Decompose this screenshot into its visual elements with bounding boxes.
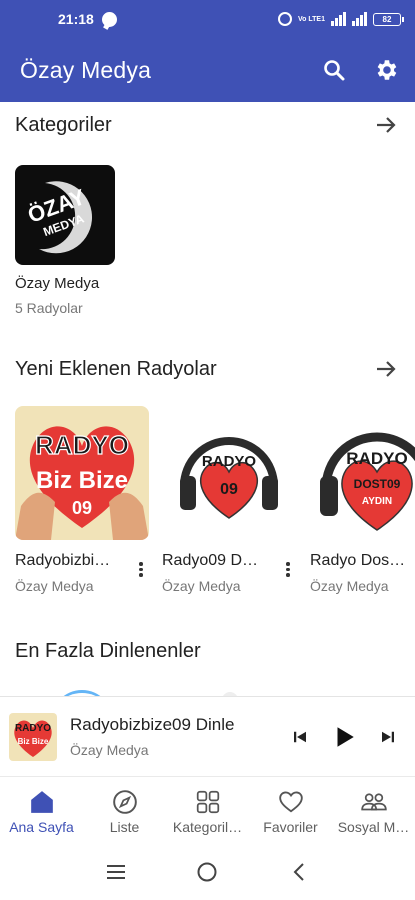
- status-indicators: Vo LTE1 82: [278, 12, 404, 26]
- category-card[interactable]: ÖZAY MEDYA Özay Medya 5 Radyolar: [15, 165, 115, 316]
- ozay-medya-logo: ÖZAY MEDYA: [15, 165, 115, 265]
- back-button[interactable]: [279, 852, 319, 892]
- new-radios-list: RADYO Biz Bize 09 Radyobizbi… Özay Medya: [0, 406, 415, 606]
- categories-see-all-button[interactable]: [373, 112, 399, 138]
- alarm-icon: [278, 12, 293, 26]
- home-system-button[interactable]: [187, 852, 227, 892]
- radio-subtitle: Özay Medya: [310, 578, 389, 594]
- logo-top-text: RADYO: [202, 453, 257, 470]
- battery-level: 82: [382, 14, 392, 24]
- player-logo-mid: Biz Bize: [18, 737, 49, 746]
- system-navigation-bar: [0, 844, 415, 900]
- more-options-button[interactable]: [280, 552, 296, 577]
- arrow-right-icon: [377, 361, 396, 377]
- nav-label-list: Liste: [109, 819, 140, 835]
- nav-item-list[interactable]: Liste: [83, 777, 166, 844]
- logo-mid-text: DOST09: [354, 477, 401, 491]
- logo-top-text: RADYO: [35, 430, 129, 460]
- player-subtitle: Özay Medya: [70, 742, 149, 758]
- recent-apps-button[interactable]: [96, 852, 136, 892]
- player-thumbnail: RADYO Biz Bize: [9, 712, 57, 761]
- nav-item-favorites[interactable]: Favoriler: [249, 777, 332, 844]
- logo-mid-text: 09: [220, 481, 238, 498]
- nav-item-home[interactable]: Ana Sayfa: [0, 777, 83, 844]
- next-button[interactable]: [375, 724, 401, 750]
- previous-button[interactable]: [287, 724, 313, 750]
- nav-label-categories: Kategoril…: [172, 819, 243, 835]
- skip-previous-icon: [294, 731, 306, 742]
- menu-lines-icon: [106, 865, 125, 879]
- app-title: Özay Medya: [20, 56, 152, 83]
- search-button[interactable]: [321, 57, 347, 83]
- signal-icon: [331, 12, 346, 26]
- nav-label-home: Ana Sayfa: [9, 819, 74, 835]
- player-title: Radyobizbize09 Dinle: [70, 715, 235, 734]
- signal-icon-2: [352, 12, 367, 26]
- radio-subtitle: Özay Medya: [162, 578, 241, 594]
- network-label: Vo LTE1: [298, 15, 325, 23]
- status-bar: 21:18 Vo LTE1 82: [0, 0, 415, 38]
- logo-bottom-text: 09: [72, 498, 92, 518]
- logo-bottom-text: AYDIN: [362, 496, 392, 507]
- radio-card[interactable]: RADYO Biz Bize 09 Radyobizbi… Özay Medya: [15, 406, 149, 594]
- play-icon: [337, 726, 354, 747]
- arrow-right-icon: [377, 117, 396, 133]
- logo-mid-text: Biz Bize: [36, 467, 128, 494]
- loading-indicator: [50, 686, 114, 696]
- radyo-dost09-logo: RADYO DOST09 AYDIN: [310, 406, 415, 540]
- radio-title: Radyo09 D…: [162, 552, 259, 569]
- new-radios-header: Yeni Eklenen Radyolar: [0, 346, 415, 392]
- mini-player[interactable]: RADYO Biz Bize Radyobizbize09 Dinle Özay…: [0, 696, 415, 776]
- skip-next-icon: [382, 731, 394, 742]
- radio-title: Radyo Dos…: [310, 552, 406, 569]
- grid-icon: [196, 790, 219, 814]
- bottom-navigation: Ana Sayfa Liste Kategoril… Favoriler Sos…: [0, 776, 415, 844]
- people-icon: [360, 793, 387, 811]
- nav-item-social[interactable]: Sosyal M…: [332, 777, 415, 844]
- section-title-new-radios: Yeni Eklenen Radyolar: [15, 357, 217, 380]
- more-options-button[interactable]: [133, 552, 149, 577]
- radio-card[interactable]: RADYO 09 Radyo09 D… Özay Medya: [162, 406, 296, 594]
- section-title-categories: Kategoriler: [15, 113, 112, 136]
- settings-button[interactable]: [373, 57, 399, 83]
- chevron-left-icon: [293, 863, 304, 881]
- chat-notification-icon: [101, 11, 117, 27]
- radio-subtitle: Özay Medya: [15, 578, 94, 594]
- nav-label-favorites: Favoriler: [263, 819, 318, 835]
- category-thumbnail: ÖZAY MEDYA: [15, 165, 115, 265]
- compass-icon: [112, 790, 137, 814]
- most-listened-header: En Fazla Dinlenenler: [0, 628, 415, 674]
- battery-icon: 82: [373, 12, 404, 26]
- category-title: Özay Medya: [15, 275, 100, 292]
- player-logo: RADYO Biz Bize: [9, 712, 57, 761]
- section-title-most-listened: En Fazla Dinlenenler: [15, 639, 201, 662]
- category-count: 5 Radyolar: [15, 300, 83, 316]
- home-icon: [30, 791, 53, 813]
- nav-label-social: Sosyal M…: [337, 819, 410, 835]
- radyo09-logo: RADYO 09: [162, 406, 296, 540]
- radyobizbize-logo: RADYO Biz Bize 09: [15, 406, 149, 540]
- categories-header: Kategoriler: [0, 102, 415, 148]
- radio-card[interactable]: RADYO DOST09 AYDIN Radyo Dos… Özay Medya: [310, 406, 415, 594]
- radio-thumbnail: RADYO DOST09 AYDIN: [310, 406, 415, 540]
- gear-icon: [377, 60, 397, 80]
- heart-icon: [278, 791, 303, 813]
- play-button[interactable]: [331, 724, 357, 750]
- main-content: Kategoriler ÖZAY MEDYA Özay Medya 5 Rady…: [0, 102, 415, 696]
- app-bar: Özay Medya: [0, 38, 415, 102]
- new-radios-see-all-button[interactable]: [373, 356, 399, 382]
- circle-home-icon: [197, 862, 217, 882]
- status-time: 21:18: [58, 11, 94, 27]
- search-icon: [324, 60, 345, 81]
- nav-item-categories[interactable]: Kategoril…: [166, 777, 249, 844]
- player-logo-top: RADYO: [15, 723, 51, 734]
- radio-thumbnail: RADYO 09: [162, 406, 296, 540]
- radio-thumbnail: RADYO Biz Bize 09: [15, 406, 149, 540]
- radio-title: Radyobizbi…: [15, 552, 111, 569]
- logo-top-text: RADYO: [346, 449, 407, 468]
